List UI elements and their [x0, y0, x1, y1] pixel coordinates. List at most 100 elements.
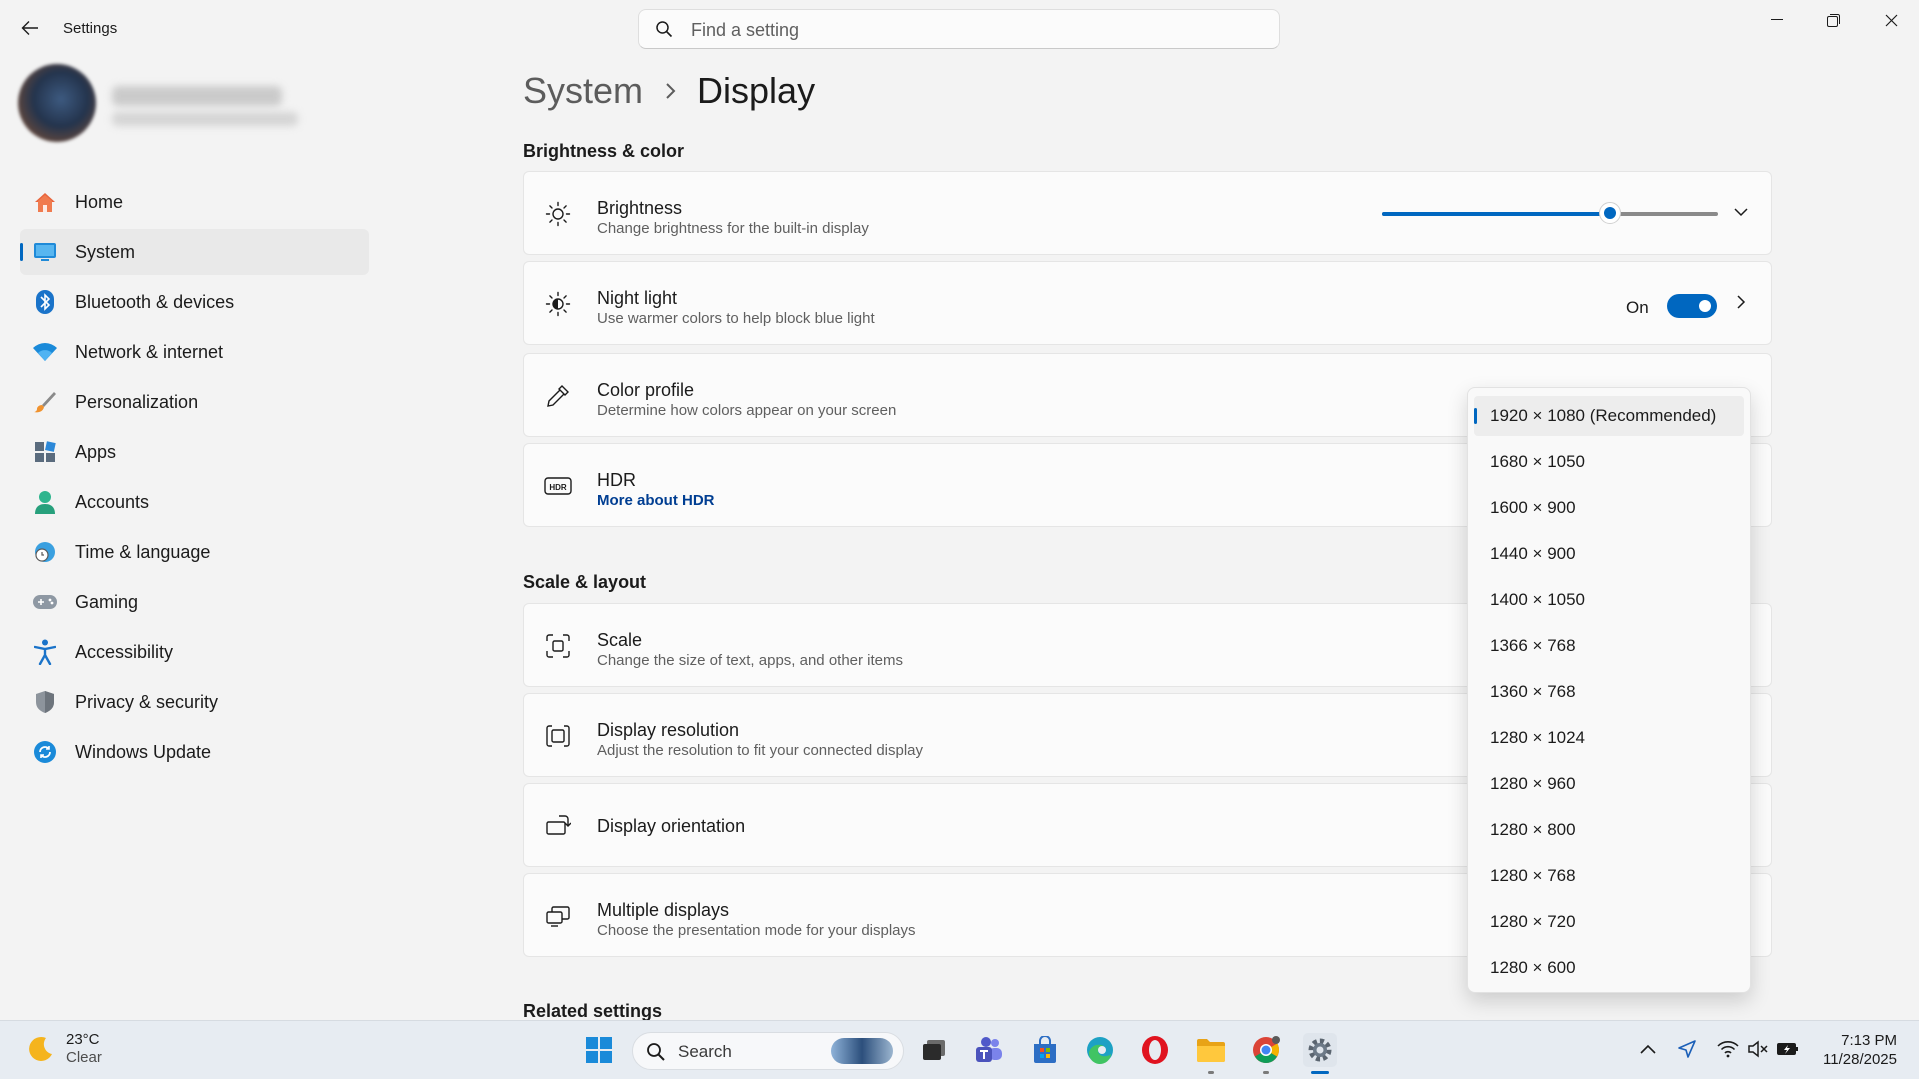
start-button[interactable] [582, 1033, 616, 1067]
chevron-right-icon [665, 82, 677, 100]
show-hidden-icons-button[interactable] [1634, 1035, 1662, 1063]
sun-icon [544, 200, 572, 228]
globe-clock-icon [32, 539, 58, 565]
store-icon [1034, 1036, 1056, 1063]
resolution-option[interactable]: 1280 × 1024 [1474, 718, 1744, 758]
task-view-button[interactable] [917, 1033, 951, 1067]
volume-tray[interactable] [1744, 1035, 1772, 1063]
chrome-app[interactable] [1249, 1033, 1283, 1074]
resolution-option[interactable]: 1400 × 1050 [1474, 580, 1744, 620]
sidebar-nav: Home System Bluetooth & devices Network … [20, 179, 369, 779]
volume-muted-icon [1748, 1040, 1768, 1058]
toggle-state-label: On [1626, 298, 1649, 317]
night-light-card[interactable]: Night light Use warmer colors to help bl… [523, 261, 1772, 345]
scale-icon [544, 632, 572, 660]
edge-icon [1087, 1037, 1113, 1065]
brightness-card[interactable]: Brightness Change brightness for the bui… [523, 171, 1772, 255]
windows-logo-icon [586, 1037, 612, 1063]
account-name-blurred [112, 86, 282, 106]
resolution-option[interactable]: 1280 × 960 [1474, 764, 1744, 804]
sidebar-item-time-language[interactable]: Time & language [20, 529, 369, 575]
update-icon [32, 739, 58, 765]
sidebar-item-privacy[interactable]: Privacy & security [20, 679, 369, 725]
taskbar: 23°C Clear Search 7:13 PM 11/28/2025 [0, 1020, 1919, 1079]
minimize-button[interactable] [1754, 6, 1800, 34]
restore-icon [1826, 13, 1840, 27]
section-heading-scale-layout: Scale & layout [523, 572, 647, 592]
resolution-option[interactable]: 1366 × 768 [1474, 626, 1744, 666]
battery-tray[interactable] [1774, 1035, 1802, 1063]
resolution-icon [544, 722, 572, 750]
sidebar-item-accounts[interactable]: Accounts [20, 479, 369, 525]
minimize-icon [1771, 19, 1783, 20]
network-tray[interactable] [1714, 1035, 1742, 1063]
close-icon [1885, 14, 1897, 26]
taskbar-clock[interactable]: 7:13 PM 11/28/2025 [1823, 1031, 1897, 1069]
sidebar-item-network[interactable]: Network & internet [20, 329, 369, 375]
sidebar-item-apps[interactable]: Apps [20, 429, 369, 475]
location-arrow-icon [1678, 1040, 1696, 1058]
app-title: Settings [63, 20, 118, 37]
breadcrumb-parent[interactable]: System [523, 70, 643, 112]
file-explorer-app[interactable] [1194, 1033, 1228, 1074]
sidebar-item-bluetooth[interactable]: Bluetooth & devices [20, 279, 369, 325]
resolution-option[interactable]: 1680 × 1050 [1474, 442, 1744, 482]
resolution-option[interactable]: 1360 × 768 [1474, 672, 1744, 712]
resolution-option[interactable]: 1280 × 600 [1474, 948, 1744, 988]
battery-charging-icon [1777, 1043, 1798, 1055]
resolution-option[interactable]: 1440 × 900 [1474, 534, 1744, 574]
settings-window: Settings Home System [0, 0, 1919, 1020]
sidebar-item-accessibility[interactable]: Accessibility [20, 629, 369, 675]
back-button[interactable] [18, 16, 42, 40]
shield-icon [32, 689, 58, 715]
moon-icon [29, 1036, 52, 1061]
settings-search-box[interactable] [638, 9, 1280, 49]
chevron-right-icon[interactable] [1731, 292, 1751, 312]
resolution-option[interactable]: 1280 × 768 [1474, 856, 1744, 896]
settings-app[interactable] [1303, 1033, 1337, 1074]
back-arrow-icon [21, 21, 38, 35]
person-icon [32, 489, 58, 515]
sidebar-item-personalization[interactable]: Personalization [20, 379, 369, 425]
resolution-option[interactable]: 1920 × 1080 (Recommended) [1474, 396, 1744, 436]
home-icon [32, 189, 58, 215]
breadcrumb: System Display [523, 70, 815, 112]
slider-thumb[interactable] [1599, 202, 1622, 224]
sidebar-item-system[interactable]: System [20, 229, 369, 275]
resolution-dropdown[interactable]: 1920 × 1080 (Recommended) 1680 × 1050 16… [1467, 387, 1751, 993]
opera-app[interactable] [1138, 1033, 1172, 1067]
resolution-option[interactable]: 1600 × 900 [1474, 488, 1744, 528]
teams-app[interactable] [972, 1033, 1006, 1067]
hdr-link[interactable]: More about HDR [597, 492, 715, 509]
close-button[interactable] [1868, 6, 1914, 34]
folder-icon [1197, 1039, 1225, 1062]
teams-icon [976, 1037, 1002, 1062]
search-icon [655, 20, 673, 43]
task-view-icon [923, 1040, 945, 1060]
brightness-slider[interactable] [1382, 202, 1718, 224]
orientation-icon [544, 812, 572, 840]
resolution-option[interactable]: 1280 × 720 [1474, 902, 1744, 942]
search-highlight-image [831, 1038, 893, 1064]
night-light-icon [544, 290, 572, 318]
night-light-toggle[interactable] [1667, 294, 1717, 318]
sidebar-item-windows-update[interactable]: Windows Update [20, 729, 369, 775]
store-app[interactable] [1028, 1033, 1062, 1067]
monitor-icon [32, 239, 58, 265]
resolution-option[interactable]: 1280 × 800 [1474, 810, 1744, 850]
settings-search-input[interactable] [689, 16, 1253, 44]
edge-app[interactable] [1083, 1033, 1117, 1067]
gear-icon [1308, 1038, 1332, 1062]
taskbar-search[interactable]: Search [632, 1032, 904, 1070]
avatar[interactable] [18, 64, 96, 142]
chevron-down-icon[interactable] [1731, 202, 1751, 222]
chevron-up-icon [1640, 1044, 1656, 1054]
sidebar-item-gaming[interactable]: Gaming [20, 579, 369, 625]
sidebar-item-home[interactable]: Home [20, 179, 369, 225]
hdr-icon: HDR [544, 472, 572, 500]
weather-widget[interactable]: 23°C Clear [26, 1031, 102, 1067]
restore-button[interactable] [1810, 6, 1856, 34]
location-indicator[interactable] [1673, 1035, 1701, 1063]
selection-indicator [20, 243, 23, 261]
bluetooth-icon [32, 289, 58, 315]
